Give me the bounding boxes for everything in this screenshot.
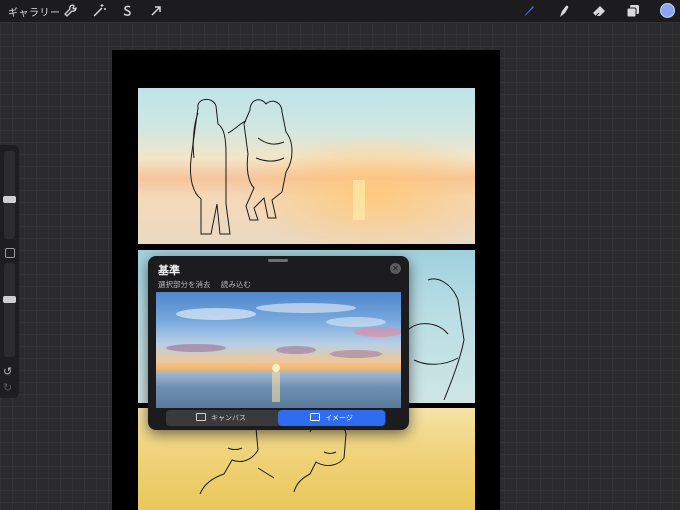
brush-icon[interactable] xyxy=(520,3,536,19)
selection-s-icon[interactable] xyxy=(119,3,135,19)
reference-source-tabs: キャンバス イメージ xyxy=(166,410,386,426)
brush-size-thumb[interactable] xyxy=(3,196,16,203)
clear-selection-button[interactable]: 選択部分を消去 xyxy=(158,280,211,289)
tab-image[interactable]: イメージ xyxy=(278,410,385,426)
color-picker-swatch[interactable] xyxy=(660,3,675,18)
top-toolbar: ギャラリー xyxy=(0,0,680,22)
eraser-icon[interactable] xyxy=(591,3,607,19)
redo-button[interactable]: ↻ xyxy=(3,381,12,394)
reference-actions: 選択部分を消去 読み込む xyxy=(158,279,259,290)
image-icon xyxy=(310,413,321,421)
opacity-thumb[interactable] xyxy=(3,296,16,303)
wrench-icon[interactable] xyxy=(62,3,78,19)
transform-arrow-icon[interactable] xyxy=(148,3,164,19)
gallery-button[interactable]: ギャラリー xyxy=(8,4,61,19)
opacity-slider[interactable] xyxy=(3,263,16,357)
tab-canvas[interactable]: キャンバス xyxy=(166,410,276,426)
reference-drag-handle[interactable] xyxy=(268,259,288,262)
sunset-photo xyxy=(166,303,401,402)
reference-image xyxy=(156,292,401,408)
left-sidebar: ↺ ↻ xyxy=(0,145,19,398)
line-art-figures xyxy=(190,99,365,235)
magic-wand-icon[interactable] xyxy=(91,3,107,19)
import-button[interactable]: 読み込む xyxy=(221,280,251,289)
close-icon[interactable]: ✕ xyxy=(390,263,401,274)
canvas-icon xyxy=(196,413,206,421)
brush-size-slider[interactable] xyxy=(3,151,16,239)
smudge-icon[interactable] xyxy=(556,3,572,19)
reference-title: 基準 xyxy=(158,264,180,277)
layers-icon[interactable] xyxy=(625,3,641,19)
comic-panel-1 xyxy=(138,88,475,244)
reference-window[interactable]: 基準 ✕ 選択部分を消去 読み込む キャンバス イメージ xyxy=(148,256,409,430)
undo-button[interactable]: ↺ xyxy=(3,365,12,378)
modifier-button[interactable] xyxy=(5,248,15,258)
